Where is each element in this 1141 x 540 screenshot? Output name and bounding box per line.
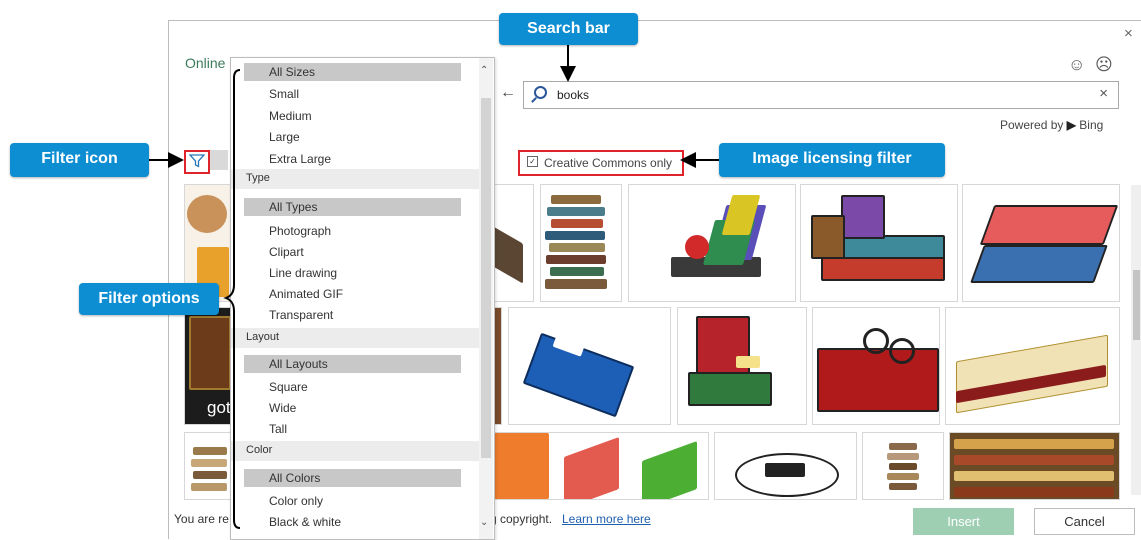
filter-options-brace: [223, 69, 241, 529]
annotation-arrows: [149, 45, 719, 529]
